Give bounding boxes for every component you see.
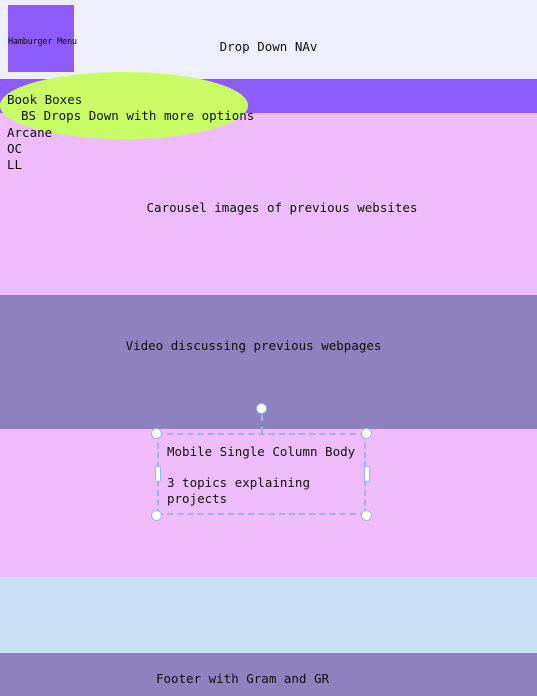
resize-handle-left[interactable] xyxy=(155,466,161,482)
video-label: Video discussing previous webpages xyxy=(125,338,382,353)
carousel-label: Carousel images of previous websites xyxy=(146,200,418,215)
light-blue-band xyxy=(0,577,537,653)
book-boxes-item: OC xyxy=(7,141,23,156)
footer-label: Footer with Gram and GR xyxy=(155,671,330,686)
video-band xyxy=(0,295,537,429)
resize-handle-right[interactable] xyxy=(364,466,370,482)
resize-handle-top-right[interactable] xyxy=(361,428,372,439)
resize-handle-bottom-left[interactable] xyxy=(151,510,162,521)
book-boxes-item: Arcane xyxy=(7,125,53,140)
selection-box[interactable] xyxy=(157,433,366,515)
book-boxes-title: Book Boxes xyxy=(7,92,83,107)
resize-handle-bottom-right[interactable] xyxy=(361,510,372,521)
resize-handle-top-left[interactable] xyxy=(151,428,162,439)
nav-title: Drop Down NAv xyxy=(219,39,318,54)
rotate-stem xyxy=(261,415,263,433)
book-boxes-subtitle: BS Drops Down with more options xyxy=(21,108,255,123)
book-boxes-item: LL xyxy=(7,157,23,172)
rotate-handle[interactable] xyxy=(256,403,267,414)
